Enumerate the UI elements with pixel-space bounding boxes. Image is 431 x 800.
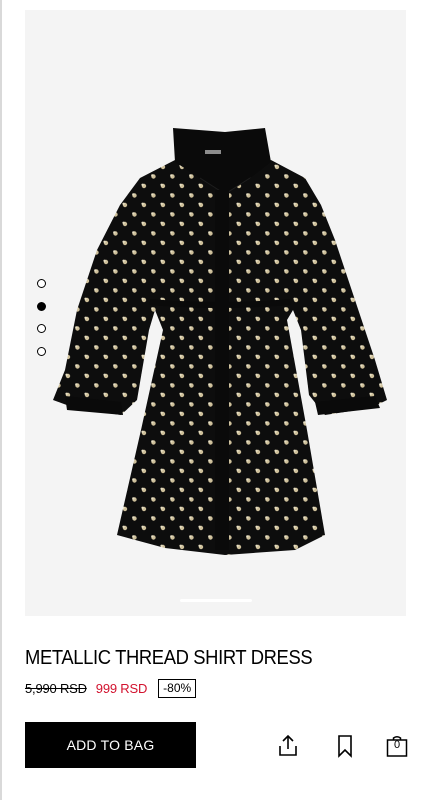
screen-edge [0, 0, 2, 800]
bookmark-icon [338, 735, 352, 758]
share-icon [279, 734, 297, 756]
shopping-bag-button[interactable]: 0 [385, 733, 409, 759]
scroll-indicator [180, 599, 252, 602]
carousel-dot-3[interactable] [37, 324, 46, 333]
carousel-dot-1[interactable] [37, 279, 46, 288]
bookmark-button[interactable] [333, 733, 357, 759]
price-row: 5,990 RSD 999 RSD -80% [25, 678, 197, 698]
product-image[interactable] [25, 10, 406, 616]
product-title: METALLIC THREAD SHIRT DRESS [25, 647, 313, 669]
bag-count: 0 [393, 739, 401, 751]
carousel-dot-4[interactable] [37, 346, 46, 356]
image-carousel-dots [37, 279, 49, 369]
add-to-bag-button[interactable]: ADD TO BAG [25, 722, 196, 768]
dress-illustration [53, 128, 387, 555]
discount-badge: -80% [158, 678, 197, 698]
carousel-dot-2[interactable] [37, 301, 46, 311]
sale-price: 999 RSD [95, 680, 148, 696]
share-button[interactable] [276, 733, 300, 759]
original-price: 5,990 RSD [25, 680, 87, 696]
